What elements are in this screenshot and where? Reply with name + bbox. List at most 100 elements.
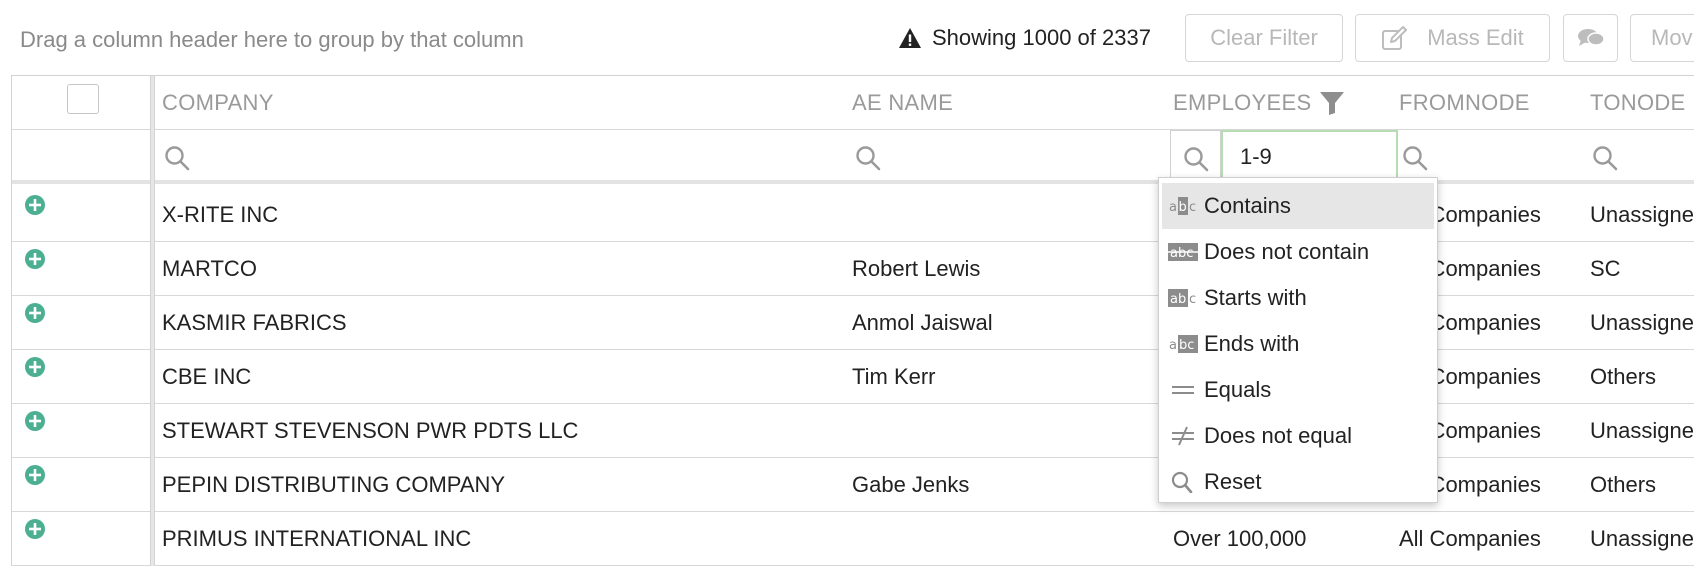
menu-item-reset[interactable]: Reset <box>1162 459 1434 505</box>
add-row-icon[interactable] <box>25 465 45 485</box>
ends-with-icon: a bc <box>1169 335 1198 353</box>
warning-icon <box>899 28 921 48</box>
menu-item-label: Contains <box>1204 193 1291 218</box>
company-cell: PRIMUS INTERNATIONAL INC <box>162 526 472 551</box>
column-header-ae-name[interactable]: AE NAME <box>852 76 953 130</box>
ae-name-cell: Gabe Jenks <box>852 472 970 497</box>
mass-edit-button[interactable]: Mass Edit <box>1355 14 1550 62</box>
company-cell: PEPIN DISTRIBUTING COMPANY <box>162 472 506 497</box>
add-row-icon[interactable] <box>25 303 45 323</box>
svg-text:ab: ab <box>1170 292 1186 307</box>
svg-text:bc: bc <box>1179 338 1194 353</box>
tonode-cell: SC <box>1590 256 1621 281</box>
add-row-icon[interactable] <box>25 249 45 269</box>
table-row[interactable]: X-RITE INC All Companies Unassigned <box>12 188 1694 242</box>
svg-text:c: c <box>1189 292 1196 307</box>
ae-name-cell: Tim Kerr <box>852 364 936 389</box>
column-header-employees-label: EMPLOYEES <box>1173 90 1312 115</box>
tonode-cell: Unassigned <box>1590 418 1694 443</box>
table-row[interactable]: PRIMUS INTERNATIONAL INC Over 100,000 Al… <box>12 512 1694 566</box>
edit-icon <box>1382 26 1408 50</box>
column-header-tonode[interactable]: TONODE <box>1590 76 1686 130</box>
tonode-cell: Unassigned <box>1590 526 1694 551</box>
move-button[interactable]: Mov <box>1630 14 1694 62</box>
grid-header-row: COMPANY AE NAME EMPLOYEES FROMNODE TONOD… <box>12 76 1694 130</box>
filter-operator-menu: a b c Contains abc Does not contain ab c… <box>1158 177 1438 503</box>
tonode-cell: Unassigned <box>1590 310 1694 335</box>
ae-name-cell: Robert Lewis <box>852 256 981 281</box>
equals-icon <box>1172 386 1194 394</box>
employees-filter-input[interactable]: 1-9 <box>1221 130 1398 184</box>
table-row[interactable]: KASMIR FABRICS Anmol Jaiswal All Compani… <box>12 296 1694 350</box>
tonode-filter-search-icon[interactable] <box>1592 145 1618 171</box>
tonode-cell: Others <box>1590 364 1657 389</box>
svg-text:b: b <box>1179 200 1187 215</box>
menu-item-label: Reset <box>1204 469 1262 494</box>
company-filter-search-icon[interactable] <box>164 145 190 171</box>
svg-text:a: a <box>1169 200 1177 215</box>
column-divider <box>150 76 155 566</box>
menu-item-starts-with[interactable]: ab c Starts with <box>1162 275 1434 321</box>
add-row-icon[interactable] <box>25 519 45 539</box>
grid-filter-row: 1-9 <box>12 130 1694 184</box>
svg-text:a: a <box>1169 338 1177 353</box>
menu-item-contains[interactable]: a b c Contains <box>1162 183 1434 229</box>
column-header-employees[interactable]: EMPLOYEES <box>1173 76 1345 130</box>
table-row[interactable]: MARTCO Robert Lewis All Companies SC <box>12 242 1694 296</box>
clear-filter-label: Clear Filter <box>1210 25 1318 50</box>
column-header-fromnode-label: FROMNODE <box>1399 90 1530 115</box>
company-cell: X-RITE INC <box>162 202 279 227</box>
add-row-icon[interactable] <box>25 357 45 377</box>
column-header-ae-name-label: AE NAME <box>852 90 954 115</box>
employees-cell: Over 100,000 <box>1173 526 1307 551</box>
table-row[interactable]: STEWART STEVENSON PWR PDTS LLC All Compa… <box>12 404 1694 458</box>
svg-text:c: c <box>1189 200 1196 215</box>
mass-edit-label: Mass Edit <box>1427 25 1524 50</box>
column-header-company[interactable]: COMPANY <box>162 76 274 130</box>
search-icon <box>1171 471 1193 493</box>
menu-item-does-not-contain[interactable]: abc Does not contain <box>1162 229 1434 275</box>
fromnode-filter-search-icon[interactable] <box>1402 145 1428 171</box>
tonode-cell: Unassigned <box>1590 202 1694 227</box>
showing-count-text: Showing 1000 of 2337 <box>932 25 1151 50</box>
column-header-fromnode[interactable]: FROMNODE <box>1399 76 1530 130</box>
tonode-cell: Others <box>1590 472 1657 497</box>
select-all-checkbox[interactable] <box>67 84 99 114</box>
employees-filter-search-icon <box>1184 147 1209 172</box>
column-header-tonode-label: TONODE <box>1590 90 1686 115</box>
add-row-icon[interactable] <box>25 411 45 431</box>
company-cell: MARTCO <box>162 256 257 281</box>
comments-icon <box>1577 29 1605 46</box>
svg-text:abc: abc <box>1170 246 1193 261</box>
company-cell: STEWART STEVENSON PWR PDTS LLC <box>162 418 579 443</box>
column-header-company-label: COMPANY <box>162 90 274 115</box>
ae-name-filter-search-icon[interactable] <box>855 145 881 171</box>
add-row-icon[interactable] <box>25 195 45 215</box>
menu-item-label: Does not contain <box>1204 239 1370 264</box>
employees-filter-operator-button[interactable] <box>1170 130 1221 184</box>
menu-item-ends-with[interactable]: a bc Ends with <box>1162 321 1434 367</box>
ae-name-cell: Anmol Jaiswal <box>852 310 993 335</box>
not-equal-icon <box>1172 426 1194 446</box>
table-row[interactable]: CBE INC Tim Kerr All Companies Others <box>12 350 1694 404</box>
move-label: Mov <box>1651 25 1693 50</box>
filter-funnel-icon[interactable] <box>1319 90 1345 116</box>
menu-item-does-not-equal[interactable]: Does not equal <box>1162 413 1434 459</box>
group-by-hint: Drag a column header here to group by th… <box>20 27 524 52</box>
table-row[interactable]: PEPIN DISTRIBUTING COMPANY Gabe Jenks Al… <box>12 458 1694 512</box>
menu-item-label: Equals <box>1204 377 1272 402</box>
comments-button[interactable] <box>1563 14 1618 62</box>
menu-item-equals[interactable]: Equals <box>1162 367 1434 413</box>
contains-icon: a b c <box>1169 197 1196 215</box>
menu-item-label: Does not equal <box>1204 423 1352 448</box>
data-grid: COMPANY AE NAME EMPLOYEES FROMNODE TONOD… <box>11 75 1694 566</box>
record-count-status: Showing 1000 of 2337 <box>898 22 1151 54</box>
menu-item-label: Starts with <box>1204 285 1307 310</box>
does-not-contain-icon: abc <box>1168 243 1198 261</box>
company-cell: CBE INC <box>162 364 252 389</box>
company-cell: KASMIR FABRICS <box>162 310 347 335</box>
starts-with-icon: ab c <box>1168 289 1196 307</box>
menu-item-label: Ends with <box>1204 331 1300 356</box>
fromnode-cell: All Companies <box>1399 526 1541 551</box>
clear-filter-button[interactable]: Clear Filter <box>1185 14 1343 62</box>
